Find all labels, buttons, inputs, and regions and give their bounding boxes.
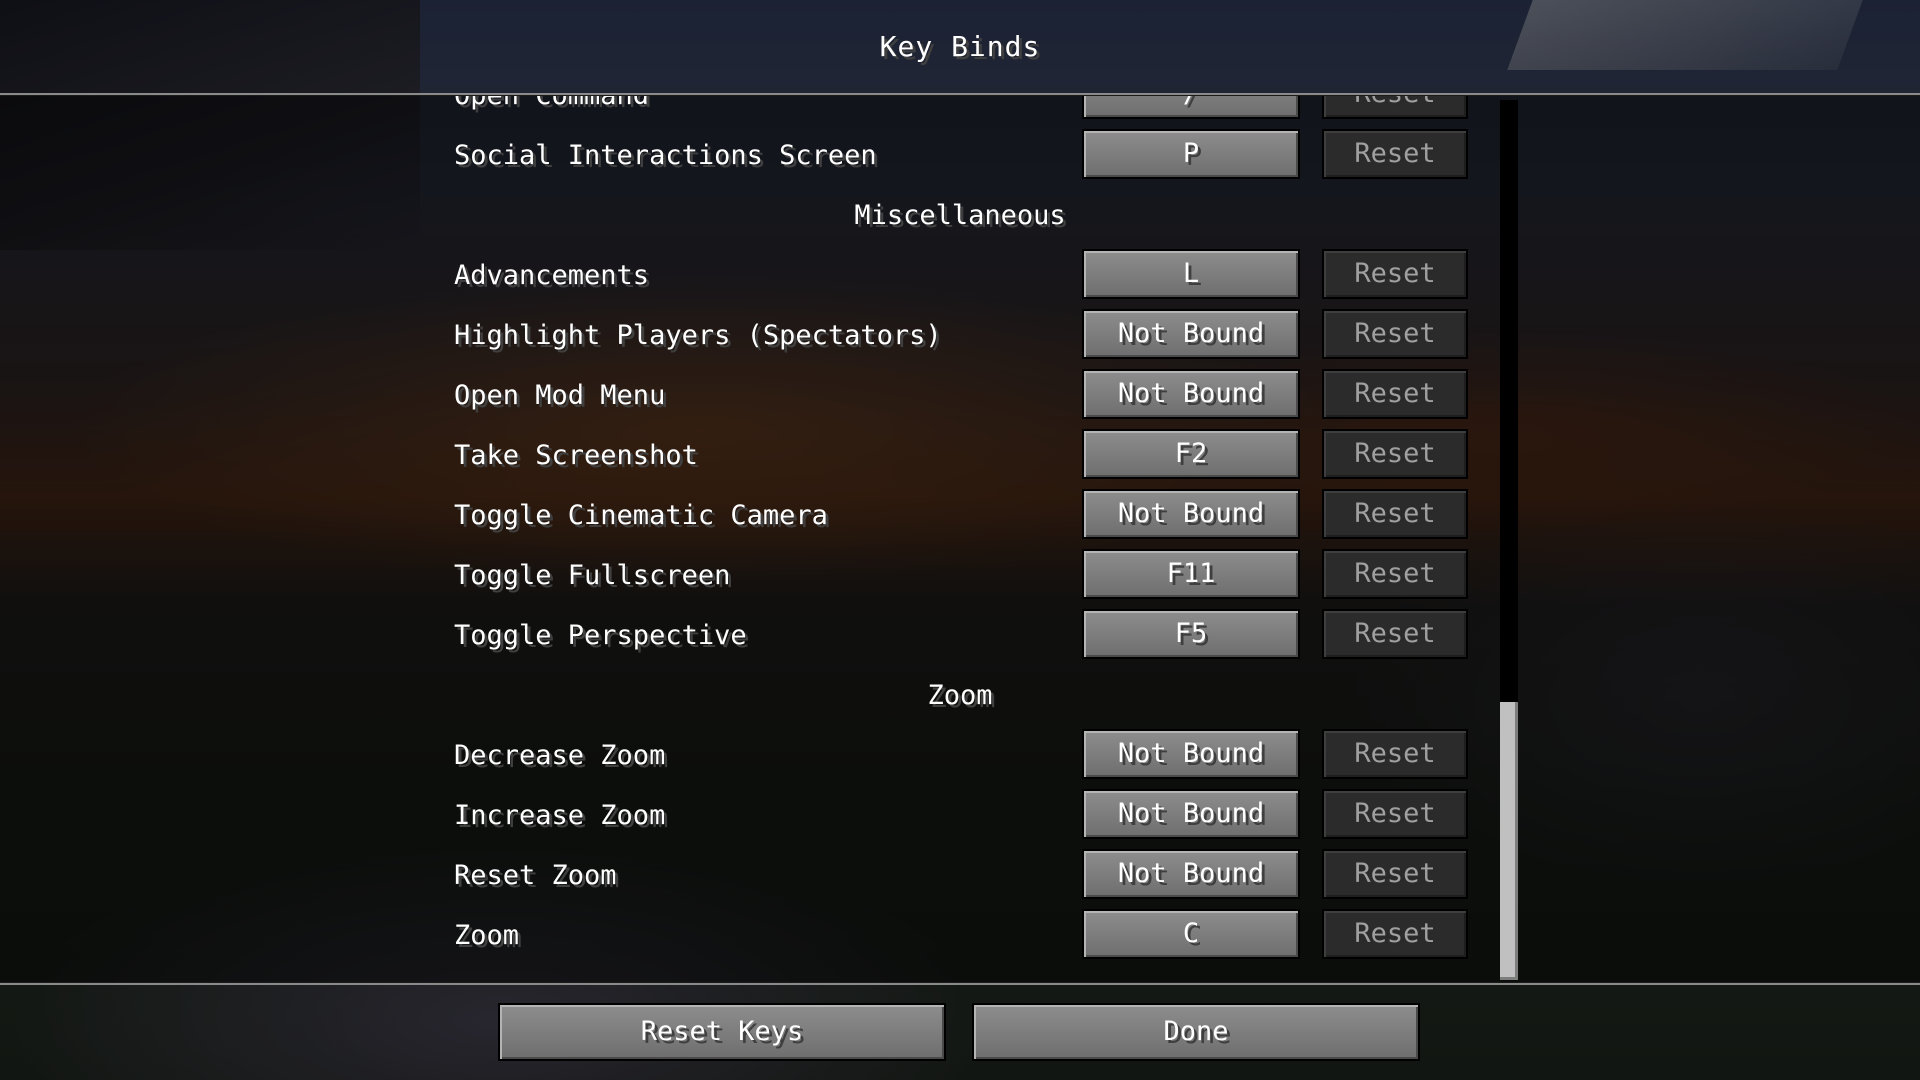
done-button[interactable]: Done bbox=[972, 1003, 1420, 1061]
header: Key Binds bbox=[0, 0, 1920, 94]
category-header: Miscellaneous bbox=[854, 200, 1066, 231]
keybind-row: Social Interactions Screen P Reset bbox=[0, 126, 1920, 186]
reset-binding-button[interactable]: Reset bbox=[1322, 489, 1468, 539]
keybind-action-label: Reset Zoom bbox=[454, 860, 617, 891]
keybind-row: Increase Zoom Not Bound Reset bbox=[0, 786, 1920, 846]
key-binding-button[interactable]: Not Bound bbox=[1082, 849, 1300, 899]
reset-binding-button[interactable]: Reset bbox=[1322, 609, 1468, 659]
keybind-list-content: Open Command/ResetSocial Interactions Sc… bbox=[0, 96, 1920, 966]
keybind-row: Decrease Zoom Not Bound Reset bbox=[0, 726, 1920, 786]
keybind-action-label: Zoom bbox=[454, 920, 520, 951]
scrollbar-track[interactable] bbox=[1500, 100, 1518, 980]
keybind-row: Advancements L Reset bbox=[0, 246, 1920, 306]
keybind-row: Toggle Perspective F5 Reset bbox=[0, 606, 1920, 666]
keybind-action-label: Social Interactions Screen bbox=[454, 140, 877, 171]
reset-binding-button[interactable]: Reset bbox=[1322, 369, 1468, 419]
keybind-action-label: Open Mod Menu bbox=[454, 380, 666, 411]
keybind-list[interactable]: Open Command/ResetSocial Interactions Sc… bbox=[0, 96, 1920, 982]
reset-binding-button[interactable]: Reset bbox=[1322, 96, 1468, 119]
keybind-action-label: Open Command bbox=[454, 96, 649, 111]
category-header: Zoom bbox=[927, 680, 993, 711]
key-binding-button[interactable]: Not Bound bbox=[1082, 789, 1300, 839]
key-binding-button[interactable]: F2 bbox=[1082, 429, 1300, 479]
keybind-row: Reset Zoom Not Bound Reset bbox=[0, 846, 1920, 906]
page-title: Key Binds bbox=[879, 30, 1041, 63]
reset-keys-button[interactable]: Reset Keys bbox=[498, 1003, 946, 1061]
reset-binding-button[interactable]: Reset bbox=[1322, 309, 1468, 359]
keybind-row: Zoom C Reset bbox=[0, 906, 1920, 966]
header-divider bbox=[0, 93, 1920, 95]
reset-binding-button[interactable]: Reset bbox=[1322, 789, 1468, 839]
reset-binding-button[interactable]: Reset bbox=[1322, 549, 1468, 599]
reset-binding-button[interactable]: Reset bbox=[1322, 909, 1468, 959]
scrollbar-thumb[interactable] bbox=[1500, 702, 1518, 980]
key-binding-button[interactable]: L bbox=[1082, 249, 1300, 299]
key-binding-button[interactable]: Not Bound bbox=[1082, 369, 1300, 419]
keybind-row: Open Mod Menu Not Bound Reset bbox=[0, 366, 1920, 426]
key-binding-button[interactable]: F11 bbox=[1082, 549, 1300, 599]
keybind-action-label: Toggle Fullscreen bbox=[454, 560, 731, 591]
reset-binding-button[interactable]: Reset bbox=[1322, 129, 1468, 179]
keybind-action-label: Take Screenshot bbox=[454, 440, 698, 471]
keybind-row: Toggle Fullscreen F11 Reset bbox=[0, 546, 1920, 606]
key-binding-button[interactable]: Not Bound bbox=[1082, 729, 1300, 779]
keybind-row: Open Command / Reset bbox=[0, 96, 1920, 126]
keybind-action-label: Highlight Players (Spectators) bbox=[454, 320, 942, 351]
key-binding-button[interactable]: F5 bbox=[1082, 609, 1300, 659]
keybind-action-label: Toggle Perspective bbox=[454, 620, 747, 651]
footer-divider bbox=[0, 983, 1920, 985]
reset-binding-button[interactable]: Reset bbox=[1322, 729, 1468, 779]
key-binding-button[interactable]: P bbox=[1082, 129, 1300, 179]
reset-binding-button[interactable]: Reset bbox=[1322, 249, 1468, 299]
key-binding-button[interactable]: Not Bound bbox=[1082, 309, 1300, 359]
keybind-row: Highlight Players (Spectators) Not Bound R… bbox=[0, 306, 1920, 366]
keybind-action-label: Increase Zoom bbox=[454, 800, 666, 831]
key-binding-button[interactable]: / bbox=[1082, 96, 1300, 119]
keybind-action-label: Advancements bbox=[454, 260, 650, 291]
key-binding-button[interactable]: Not Bound bbox=[1082, 489, 1300, 539]
reset-binding-button[interactable]: Reset bbox=[1322, 849, 1468, 899]
keybind-row: Toggle Cinematic Camera Not Bound Reset bbox=[0, 486, 1920, 546]
keybind-action-label: Decrease Zoom bbox=[454, 740, 666, 771]
keybind-row: Take Screenshot F2 Reset bbox=[0, 426, 1920, 486]
reset-binding-button[interactable]: Reset bbox=[1322, 429, 1468, 479]
keybind-action-label: Toggle Cinematic Camera bbox=[454, 500, 828, 531]
key-binding-button[interactable]: C bbox=[1082, 909, 1300, 959]
